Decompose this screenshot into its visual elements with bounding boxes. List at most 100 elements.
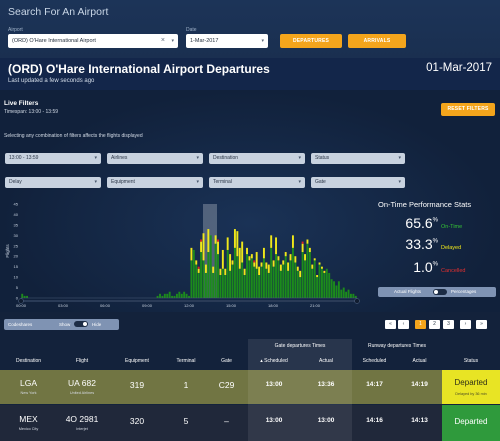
bar-on-time bbox=[173, 295, 176, 298]
bar-delayed bbox=[267, 264, 270, 273]
arrivals-button[interactable]: ARRIVALS bbox=[348, 34, 406, 48]
status-note: Delayed by 36 min bbox=[455, 392, 487, 396]
bar-on-time bbox=[163, 293, 166, 298]
cell-airline: United Airlines bbox=[69, 391, 95, 395]
on-time-stat: 65.6% bbox=[398, 215, 438, 233]
page-next-button[interactable]: › bbox=[460, 320, 471, 329]
bar-on-time bbox=[265, 268, 268, 298]
reset-filters-button[interactable]: RESET FILTERS bbox=[441, 103, 495, 116]
bar-on-time bbox=[289, 260, 292, 298]
bar-delayed bbox=[272, 260, 275, 267]
cell-runway-actual: 14:13 bbox=[411, 417, 428, 424]
page-3-button[interactable]: 3 bbox=[443, 320, 454, 329]
status-badge: Departed bbox=[442, 405, 500, 441]
bar-on-time bbox=[345, 291, 348, 298]
page-last-button[interactable]: » bbox=[476, 320, 487, 329]
dropdown-value: Terminal bbox=[213, 179, 232, 185]
terminal-dropdown[interactable]: Terminal ▾ bbox=[209, 177, 305, 188]
bar-delayed bbox=[294, 256, 297, 263]
x-tick-label: 12:00 bbox=[184, 303, 195, 308]
codeshares-switch[interactable] bbox=[74, 321, 88, 327]
col-gate[interactable]: Gate bbox=[205, 358, 248, 364]
timespan-dropdown[interactable]: 13:00 - 13:59 ▾ bbox=[5, 153, 101, 164]
bar-on-time bbox=[185, 293, 188, 298]
chevron-down-icon: ▾ bbox=[298, 179, 301, 185]
col-runway-actual[interactable]: Actual bbox=[397, 358, 442, 364]
bar-delayed bbox=[323, 270, 326, 273]
cell-airline: Interjet bbox=[76, 427, 88, 431]
col-destination[interactable]: Destination bbox=[0, 358, 57, 364]
flights-chart[interactable]: 45 40 35 30 25 20 15 10 5 0 Flights 00:00 03:00 06:00… bbox=[5, 200, 363, 312]
bar-on-time bbox=[337, 281, 340, 298]
bar-cancelled bbox=[253, 260, 256, 263]
bar-on-time bbox=[301, 252, 304, 298]
cell-gate-scheduled: 13:00 bbox=[265, 381, 283, 388]
bar-on-time bbox=[159, 293, 161, 298]
x-tick-label: 00:00 bbox=[16, 303, 27, 308]
bar-on-time bbox=[229, 270, 232, 298]
bar-delayed bbox=[275, 237, 277, 255]
equipment-dropdown[interactable]: Equipment ▾ bbox=[107, 177, 203, 188]
dropdown-value: Airlines bbox=[111, 155, 128, 161]
bar-delayed bbox=[255, 252, 258, 269]
col-gate-scheduled[interactable]: ▴ Scheduled bbox=[248, 358, 300, 364]
bar-delayed bbox=[258, 266, 261, 276]
dropdown-value: Delay bbox=[9, 179, 22, 185]
bar-on-time bbox=[180, 293, 183, 298]
date-select[interactable]: 1-Mar-2017 ▾ bbox=[186, 34, 268, 48]
clear-icon[interactable]: × bbox=[161, 34, 165, 48]
gate-dropdown[interactable]: Gate ▾ bbox=[311, 177, 405, 188]
hide-label: Hide bbox=[92, 322, 102, 327]
page-2-button[interactable]: 2 bbox=[429, 320, 440, 329]
departures-button[interactable]: DEPARTURES bbox=[280, 34, 342, 48]
bar-delayed bbox=[284, 252, 287, 257]
cell-flight[interactable]: 4O 2981 bbox=[57, 414, 107, 424]
col-runway-scheduled[interactable]: Scheduled bbox=[352, 358, 397, 364]
cell-terminal: 1 bbox=[183, 380, 189, 390]
y-tick-label: 15 bbox=[14, 264, 19, 269]
col-flight[interactable]: Flight bbox=[57, 358, 107, 364]
codeshares-toggle[interactable]: Codeshares Show Hide bbox=[4, 319, 119, 330]
bar-delayed bbox=[238, 247, 241, 269]
bar-on-time bbox=[200, 252, 203, 298]
chart-mode-toggle[interactable]: Actual Flights Percentages bbox=[378, 287, 496, 297]
bar-on-time bbox=[171, 295, 174, 298]
runway-times-group-header: Runway departures Times bbox=[367, 343, 427, 349]
bar-on-time bbox=[207, 252, 210, 298]
page-date: 01-Mar-2017 bbox=[426, 62, 492, 74]
date-label: Date bbox=[186, 27, 197, 33]
bar-delayed bbox=[219, 268, 222, 276]
bar-delayed bbox=[236, 231, 239, 257]
bar-delayed bbox=[202, 233, 205, 261]
timespan-text: Timespan: 13:00 - 13:59 bbox=[4, 109, 59, 115]
bar-delayed bbox=[262, 247, 265, 259]
bar-on-time bbox=[313, 260, 316, 298]
cell-flight[interactable]: UA 682 bbox=[57, 378, 107, 388]
bar-on-time bbox=[330, 279, 333, 298]
airport-select[interactable]: (ORD) O'Hare International Airport × ▾ bbox=[8, 34, 178, 48]
page-1-button[interactable]: 1 bbox=[415, 320, 426, 329]
status-dropdown[interactable]: Status ▾ bbox=[311, 153, 405, 164]
bar-on-time bbox=[209, 235, 212, 298]
bar-on-time bbox=[349, 293, 352, 298]
bar-delayed bbox=[200, 241, 203, 253]
col-status[interactable]: Status bbox=[442, 358, 500, 364]
bar-delayed bbox=[233, 229, 236, 248]
stats-title: On-Time Performance Stats bbox=[378, 200, 472, 209]
bar-on-time bbox=[221, 268, 224, 298]
toggle-switch[interactable] bbox=[433, 289, 447, 295]
bar-on-time bbox=[246, 254, 248, 298]
page-prev-button[interactable]: ‹ bbox=[398, 320, 409, 329]
col-terminal[interactable]: Terminal bbox=[167, 358, 205, 364]
col-gate-actual[interactable]: Actual bbox=[300, 358, 352, 364]
delay-dropdown[interactable]: Delay ▾ bbox=[5, 177, 101, 188]
last-updated: Last updated a few seconds ago bbox=[8, 78, 95, 84]
bar-delayed bbox=[320, 266, 323, 269]
page-first-button[interactable]: « bbox=[385, 320, 396, 329]
airlines-dropdown[interactable]: Airlines ▾ bbox=[107, 153, 203, 164]
col-equipment[interactable]: Equipment bbox=[107, 358, 167, 364]
cell-destination-city: Mexico City bbox=[18, 427, 39, 431]
bar-on-time bbox=[241, 262, 244, 298]
destination-dropdown[interactable]: Destination ▾ bbox=[209, 153, 305, 164]
bar-on-time bbox=[250, 258, 253, 298]
